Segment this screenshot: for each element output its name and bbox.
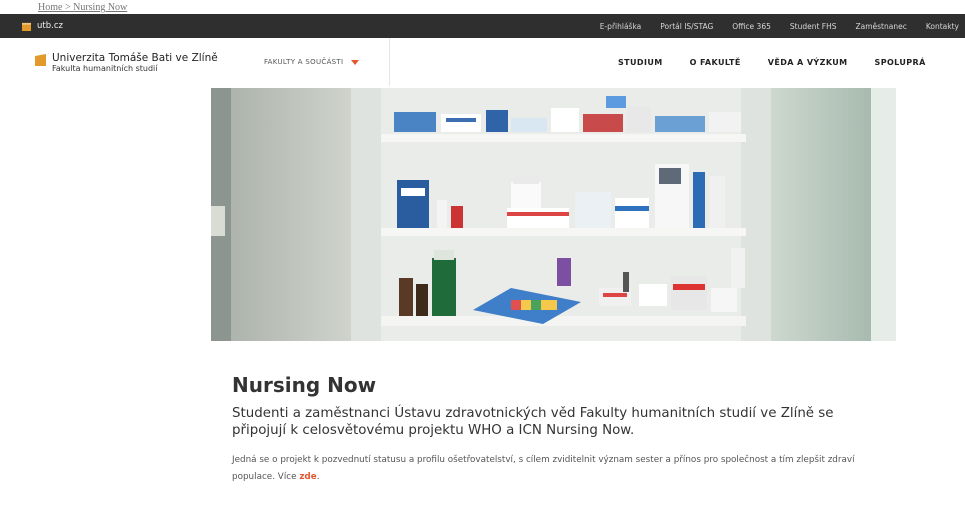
- faculty-brand[interactable]: Univerzita Tomáše Bati ve Zlíně Fakulta …: [35, 52, 218, 74]
- utb-site-label: utb.cz: [37, 21, 63, 31]
- university-logo-icon: [35, 54, 46, 66]
- zamestnanec-link[interactable]: Zaměstnanec: [856, 22, 907, 31]
- utb-logo-icon: [22, 22, 31, 31]
- student-fhs-link[interactable]: Student FHS: [790, 22, 837, 31]
- caret-down-icon: [351, 59, 360, 65]
- kontakty-link[interactable]: Kontakty: [926, 22, 959, 31]
- page-title: Nursing Now: [232, 373, 377, 397]
- nav-studium[interactable]: STUDIUM: [618, 58, 663, 67]
- breadcrumb-separator: >: [64, 2, 71, 13]
- top-utility-bar: utb.cz E-přihláška Portál IS/STAG Office…: [0, 14, 965, 38]
- article-body-text: Jedná se o projekt k pozvednutí statusu …: [232, 455, 855, 482]
- medicine-cabinet-photo: [211, 88, 896, 341]
- faculties-label: FAKULTY A SOUČÁSTI: [264, 58, 344, 66]
- more-info-link[interactable]: zde: [299, 472, 316, 482]
- primary-menu: STUDIUM O FAKULTĚ VĚDA A VÝZKUM SPOLUPRÁ: [618, 38, 953, 86]
- medicine-cabinet-illustration: [211, 88, 896, 341]
- office-365-link[interactable]: Office 365: [732, 22, 771, 31]
- article-lead: Studenti a zaměstnanci Ústavu zdravotnic…: [232, 406, 834, 438]
- nav-o-fakulte[interactable]: O FAKULTĚ: [690, 58, 741, 67]
- article-body-end: .: [316, 472, 320, 482]
- faculty-name: Fakulta humanitních studií: [52, 64, 158, 73]
- article: Nursing Now Studenti a zaměstnanci Ústav…: [232, 372, 892, 486]
- breadcrumb: Home > Nursing Now: [38, 2, 127, 14]
- e-prihlaska-link[interactable]: E-přihláška: [600, 22, 642, 31]
- breadcrumb-current: Nursing Now: [73, 2, 128, 13]
- university-name: Univerzita Tomáše Bati ve Zlíně: [52, 52, 218, 64]
- utb-site-link[interactable]: utb.cz: [22, 14, 63, 38]
- article-body: Jedná se o projekt k pozvednutí statusu …: [232, 452, 882, 486]
- main-navigation: Univerzita Tomáše Bati ve Zlíně Fakulta …: [0, 38, 965, 86]
- portal-is-stag-link[interactable]: Portál IS/STAG: [660, 22, 713, 31]
- nav-veda-a-vyzkum[interactable]: VĚDA A VÝZKUM: [768, 58, 848, 67]
- nav-spoluprace[interactable]: SPOLUPRÁ: [875, 58, 926, 67]
- utility-links: E-přihláška Portál IS/STAG Office 365 St…: [581, 14, 959, 38]
- breadcrumb-home-link[interactable]: Home: [38, 2, 62, 13]
- faculties-dropdown[interactable]: FAKULTY A SOUČÁSTI: [258, 38, 390, 86]
